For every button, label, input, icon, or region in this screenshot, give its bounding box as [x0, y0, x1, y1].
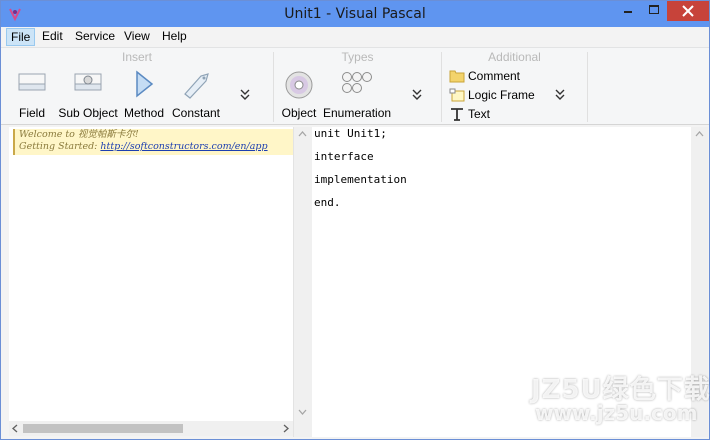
editor-vertical-scrollbar[interactable] [691, 127, 708, 437]
object-designer-pane[interactable]: Welcome to 视觉帕斯卡尔! Getting Started: http… [9, 127, 293, 421]
object-label: Object [281, 106, 317, 120]
method-icon [136, 70, 154, 98]
scroll-down-arrow-icon[interactable] [298, 409, 307, 415]
menu-help[interactable]: Help [158, 28, 191, 46]
getting-started-text: Getting Started: [19, 141, 101, 152]
ribbon-toolbar: Insert Field Sub Object Method Constant … [1, 47, 709, 125]
logic-frame-label: Logic Frame [468, 88, 535, 102]
welcome-note: Welcome to 视觉帕斯卡尔! Getting Started: http… [13, 129, 293, 155]
text-label: Text [468, 107, 491, 121]
enumeration-button[interactable]: Enumeration [323, 68, 391, 120]
code-line: end. [314, 196, 341, 209]
menu-edit[interactable]: Edit [38, 28, 67, 46]
scroll-left-arrow-icon[interactable] [12, 424, 18, 433]
method-label: Method [123, 106, 165, 120]
text-icon [451, 108, 463, 121]
horizontal-scroll-thumb[interactable] [23, 424, 183, 433]
menu-file[interactable]: File [6, 28, 36, 46]
maximize-button[interactable] [641, 1, 667, 21]
types-group-caption: Types [341, 50, 374, 64]
additional-expand-chevron-icon[interactable] [554, 87, 566, 101]
code-editor[interactable]: unit Unit1; interface implementation end… [312, 127, 691, 437]
welcome-text: Welcome to 视觉帕斯卡尔! [19, 129, 139, 140]
field-label: Field [18, 106, 45, 120]
left-pane-vertical-scrollbar[interactable] [293, 127, 312, 437]
logic-frame-icon [449, 88, 465, 102]
maximize-icon [649, 5, 659, 14]
text-button[interactable]: Text [449, 105, 509, 123]
code-line: interface [314, 150, 374, 163]
scroll-up-arrow-icon[interactable] [695, 131, 704, 137]
scroll-right-arrow-icon[interactable] [283, 424, 289, 433]
getting-started-line: Getting Started: http://softconstructors… [19, 141, 293, 153]
comment-label: Comment [468, 69, 521, 83]
enumeration-icon [342, 72, 372, 93]
comment-button[interactable]: Comment [449, 67, 539, 85]
app-window: Unit1 - Visual Pascal File Edit Service … [0, 0, 710, 440]
title-bar[interactable]: Unit1 - Visual Pascal [1, 1, 709, 27]
ribbon-separator [587, 52, 588, 122]
left-pane-horizontal-scrollbar[interactable] [9, 421, 293, 436]
insert-group-caption: Insert [121, 50, 152, 64]
getting-started-link[interactable]: http://softconstructors.com/en/app [100, 141, 267, 152]
additional-group-caption: Additional [488, 50, 541, 64]
window-title: Unit1 - Visual Pascal [284, 6, 426, 22]
enumeration-label: Enumeration [323, 106, 392, 120]
sub-object-label: Sub Object [58, 106, 118, 120]
field-button[interactable]: Field [11, 68, 53, 120]
object-button[interactable]: Object [279, 68, 319, 120]
logic-frame-button[interactable]: Logic Frame [449, 86, 545, 104]
field-icon [18, 73, 46, 91]
types-expand-chevron-icon[interactable] [411, 87, 423, 101]
close-button[interactable] [667, 1, 709, 21]
constant-icon [184, 73, 209, 99]
method-button[interactable]: Method [121, 68, 167, 120]
code-line: unit Unit1; [314, 127, 387, 140]
close-icon [682, 5, 694, 17]
menu-view[interactable]: View [120, 28, 154, 46]
minimize-button[interactable] [615, 1, 641, 21]
menu-bar: File Edit Service View Help [1, 27, 709, 47]
object-icon [285, 71, 313, 99]
scroll-up-arrow-icon[interactable] [298, 131, 307, 137]
sub-object-button[interactable]: Sub Object [57, 68, 119, 120]
constant-button[interactable]: Constant [169, 68, 223, 120]
minimize-icon [624, 11, 632, 13]
code-line: implementation [314, 173, 407, 186]
constant-label: Constant [171, 106, 221, 120]
sub-object-icon [74, 73, 102, 91]
folder-icon [449, 70, 465, 83]
menu-service[interactable]: Service [71, 28, 119, 46]
insert-expand-chevron-icon[interactable] [239, 87, 251, 101]
